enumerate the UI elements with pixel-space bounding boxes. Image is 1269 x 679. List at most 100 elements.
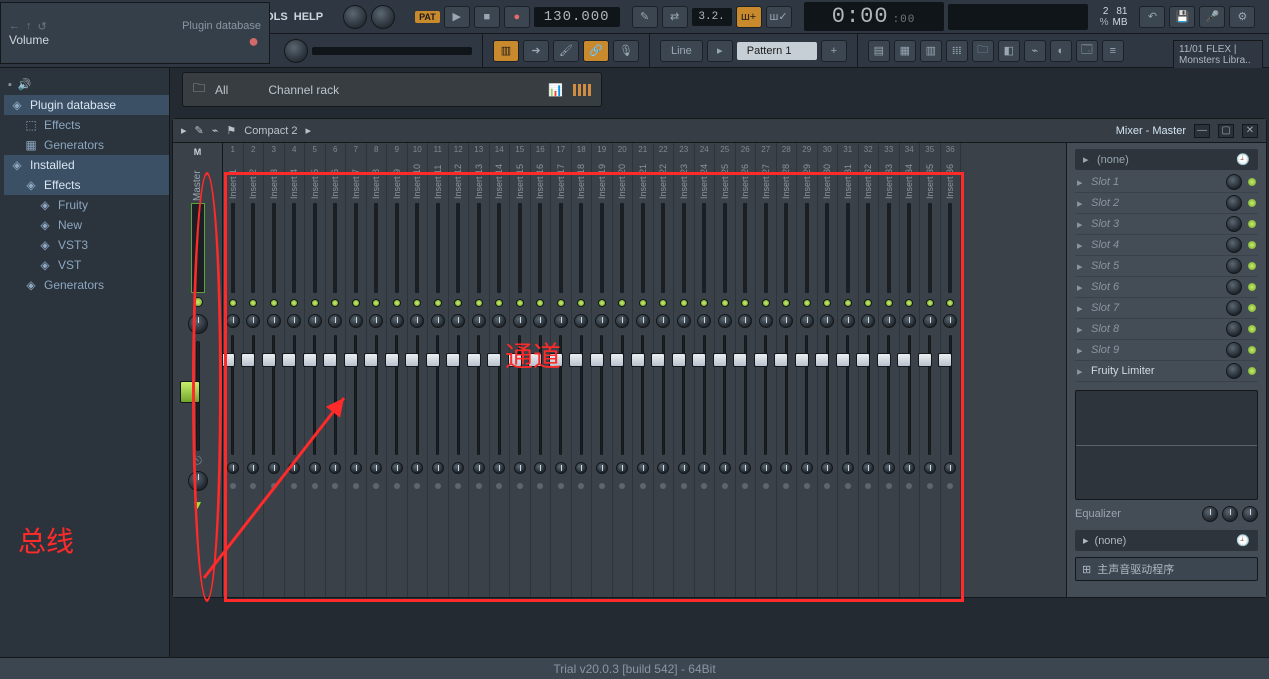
mixer-track-21[interactable]: 21Insert 21: [633, 143, 654, 597]
master-mute-led[interactable]: [193, 297, 203, 307]
mixer-track-23[interactable]: 23Insert 23: [674, 143, 695, 597]
view-playlist[interactable]: ▥: [493, 40, 519, 62]
mixer-edit-icon[interactable]: ✎: [195, 124, 204, 137]
mixer-master-track[interactable]: M Master ⎋ ▼: [173, 143, 223, 597]
mixer-track-7[interactable]: 7Insert 7: [346, 143, 367, 597]
fx-slot[interactable]: ▸Slot 6: [1075, 277, 1258, 298]
shortcut-playlist[interactable]: ▤: [868, 40, 890, 62]
mixer-track-1[interactable]: 1Insert 1: [223, 143, 244, 597]
mixer-track-34[interactable]: 34Insert 34: [900, 143, 921, 597]
mixer-track-22[interactable]: 22Insert 22: [654, 143, 675, 597]
mixer-track-12[interactable]: 12Insert 12: [449, 143, 470, 597]
shortcut-9[interactable]: 🗔: [1076, 40, 1098, 62]
play-button[interactable]: ▶: [444, 6, 470, 28]
news-panel[interactable]: 11/01 FLEX | Monsters Libra..: [1173, 40, 1263, 70]
shortcut-browser[interactable]: 🗀: [972, 40, 994, 62]
shortcut-8[interactable]: ◐: [1050, 40, 1072, 62]
volume-icon[interactable]: 🔊: [18, 78, 32, 91]
mixer-track-35[interactable]: 35Insert 35: [920, 143, 941, 597]
mixer-min[interactable]: —: [1194, 124, 1210, 138]
eq-display[interactable]: [1075, 390, 1258, 500]
record-button[interactable]: ●: [504, 6, 530, 28]
browser-item[interactable]: ◈Effects: [4, 175, 169, 195]
shortcut-pianoroll[interactable]: ▦: [894, 40, 916, 62]
tempo-display[interactable]: 130.000: [534, 7, 620, 27]
mixer-track-11[interactable]: 11Insert 11: [428, 143, 449, 597]
shortcut-7[interactable]: ⌁: [1024, 40, 1046, 62]
output-select[interactable]: ▸(none)🕘: [1075, 530, 1258, 551]
pat-song-toggle[interactable]: PAT: [415, 11, 440, 23]
fx-slot[interactable]: ▸Slot 9: [1075, 340, 1258, 361]
wait-button[interactable]: ш✓: [766, 6, 792, 28]
pattern-next[interactable]: +: [821, 40, 847, 62]
view-link[interactable]: 🔗: [583, 40, 609, 62]
main-pitch-knob[interactable]: [371, 5, 395, 29]
view-arrow[interactable]: ➜: [523, 40, 549, 62]
output-driver[interactable]: ⊞主声音驱动程序: [1075, 557, 1258, 581]
tool-icon-1[interactable]: ✎: [632, 6, 658, 28]
fx-slot-used[interactable]: ▸Fruity Limiter: [1075, 361, 1258, 382]
mixer-track-28[interactable]: 28Insert 28: [777, 143, 798, 597]
shortcut-10[interactable]: ≡: [1102, 40, 1124, 62]
browser-item[interactable]: ◈Generators: [4, 275, 169, 295]
view-brush[interactable]: 🖌: [553, 40, 579, 62]
mixer-track-27[interactable]: 27Insert 27: [756, 143, 777, 597]
mixer-track-36[interactable]: 36Insert 36: [941, 143, 962, 597]
save-button[interactable]: 💾: [1169, 6, 1195, 28]
metronome-button[interactable]: ш+: [736, 6, 762, 28]
mixer-max[interactable]: ▢: [1218, 124, 1234, 138]
mixer-track-33[interactable]: 33Insert 33: [879, 143, 900, 597]
mixer-track-6[interactable]: 6Insert 6: [326, 143, 347, 597]
fx-slot[interactable]: ▸Slot 1: [1075, 172, 1258, 193]
mixer-track-20[interactable]: 20Insert 20: [613, 143, 634, 597]
mixer-track-32[interactable]: 32Insert 32: [859, 143, 880, 597]
master-stereo-icon[interactable]: ⎋: [193, 455, 202, 468]
tool-icon-2[interactable]: ⇄: [662, 6, 688, 28]
mixer-menu-icon[interactable]: ▸: [181, 124, 187, 137]
undo-button[interactable]: ↶: [1139, 6, 1165, 28]
pan-knob[interactable]: [284, 39, 308, 63]
pattern-select[interactable]: Pattern 1: [737, 42, 817, 60]
mixer-flag-icon[interactable]: ⚑: [226, 124, 236, 137]
menu-help[interactable]: HELP: [294, 11, 323, 23]
collapse-icon[interactable]: ▪: [8, 79, 12, 91]
render-button[interactable]: 🎤: [1199, 6, 1225, 28]
fx-slot[interactable]: ▸Slot 2: [1075, 193, 1258, 214]
browser-item[interactable]: ◈VST3: [4, 235, 169, 255]
master-sep[interactable]: [188, 471, 208, 491]
channel-graph-icon[interactable]: 📊: [548, 83, 563, 97]
mixer-track-9[interactable]: 9Insert 9: [387, 143, 408, 597]
view-mic[interactable]: 🎙: [613, 40, 639, 62]
browser-item[interactable]: ◈VST: [4, 255, 169, 275]
shortcut-mixer[interactable]: 𝍖: [946, 40, 968, 62]
shortcut-channelrack[interactable]: ▥: [920, 40, 942, 62]
mixer-layout-button[interactable]: Compact 2: [244, 125, 297, 137]
browser-item[interactable]: ◈Fruity: [4, 195, 169, 215]
mixer-track-30[interactable]: 30Insert 30: [818, 143, 839, 597]
mixer-track-18[interactable]: 18Insert 18: [572, 143, 593, 597]
fx-slot[interactable]: ▸Slot 5: [1075, 256, 1258, 277]
mixer-track-19[interactable]: 19Insert 19: [592, 143, 613, 597]
mixer-track-24[interactable]: 24Insert 24: [695, 143, 716, 597]
settings-button[interactable]: ⚙: [1229, 6, 1255, 28]
main-volume-knob[interactable]: [343, 5, 367, 29]
mixer-track-8[interactable]: 8Insert 8: [367, 143, 388, 597]
mixer-track-3[interactable]: 3Insert 3: [264, 143, 285, 597]
mixer-close[interactable]: ✕: [1242, 124, 1258, 138]
master-fader[interactable]: [188, 341, 208, 451]
browser-item[interactable]: ⬚Effects: [4, 115, 169, 135]
eq-low-knob[interactable]: [1202, 506, 1218, 522]
shortcut-6[interactable]: ◧: [998, 40, 1020, 62]
channel-bars-icon[interactable]: [573, 84, 591, 96]
mixer-track-29[interactable]: 29Insert 29: [797, 143, 818, 597]
master-route-arrow[interactable]: ▼: [192, 498, 204, 512]
channel-rack-window[interactable]: 🗀 All Channel rack 📊: [182, 72, 602, 107]
fx-slot[interactable]: ▸Slot 8: [1075, 319, 1258, 340]
mixer-track-31[interactable]: 31Insert 31: [838, 143, 859, 597]
fx-slot[interactable]: ▸Slot 4: [1075, 235, 1258, 256]
mixer-track-2[interactable]: 2Insert 2: [244, 143, 265, 597]
browser-item[interactable]: ◈Plugin database: [4, 95, 169, 115]
folder-icon[interactable]: 🗀: [193, 79, 205, 100]
time-display[interactable]: 0:00:00: [804, 2, 944, 31]
mixer-track-26[interactable]: 26Insert 26: [736, 143, 757, 597]
